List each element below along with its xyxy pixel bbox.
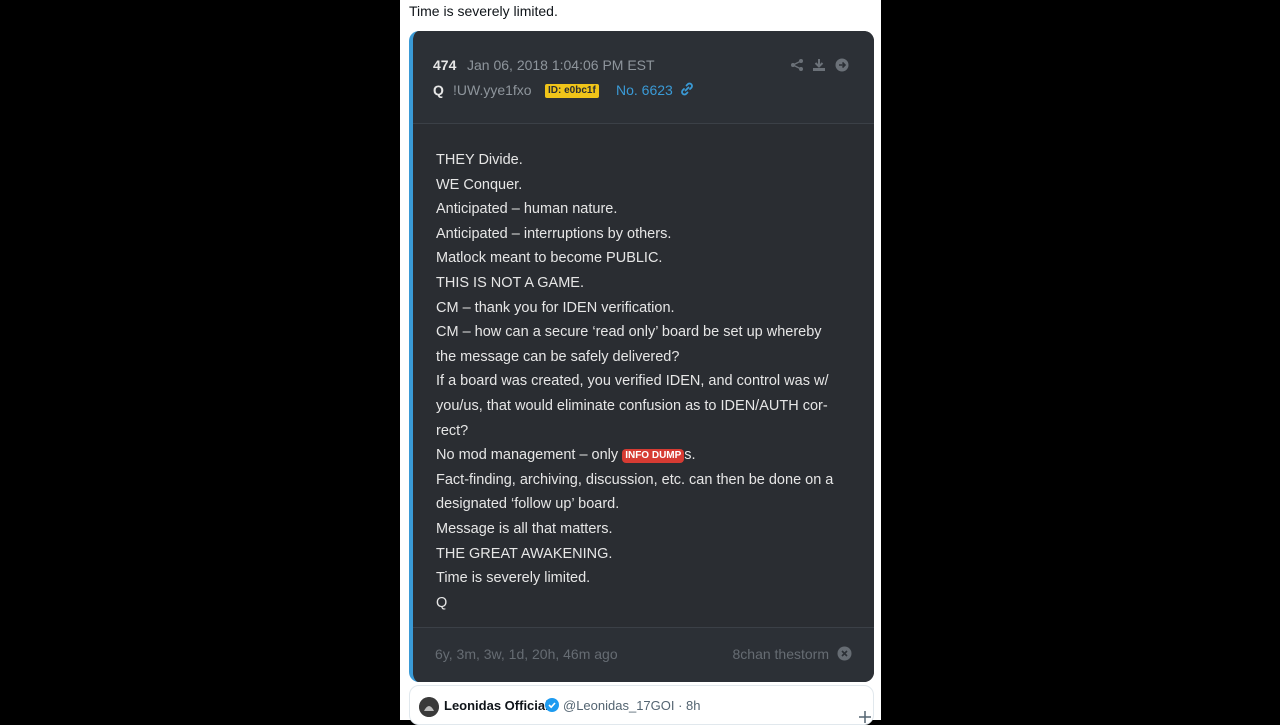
post-line: rect? [436, 422, 469, 439]
post-footer: 6y, 3m, 3w, 1d, 20h, 46m ago 8chan thest… [413, 627, 874, 682]
plus-icon[interactable] [858, 710, 872, 724]
time-ago: 6y, 3m, 3w, 1d, 20h, 46m ago [435, 646, 618, 662]
post-date: Jan 06, 2018 1:04:06 PM EST [467, 57, 655, 73]
close-icon[interactable] [837, 646, 852, 661]
post-source: 8chan thestorm [732, 646, 830, 662]
avatar[interactable] [419, 697, 439, 717]
post-line: WE Conquer. [436, 176, 523, 193]
post-line: CM – how can a secure ‘read only’ board … [436, 324, 822, 341]
dump-text-before: No mod management – only [436, 447, 623, 464]
post-line: Fact-finding, archiving, discussion, etc… [436, 471, 834, 488]
post-line: designated ‘follow up’ board. [436, 496, 620, 513]
post-line: THIS IS NOT A GAME. [436, 274, 584, 291]
post-line: Q [436, 594, 448, 611]
post-no-link[interactable]: No. 6623 [616, 82, 673, 98]
post-line: THE GREAT AWAKENING. [436, 545, 613, 562]
post-line: Message is all that matters. [436, 520, 613, 537]
caption-text: Time is severely limited. [409, 3, 558, 19]
q-post-card: 474 Jan 06, 2018 1:04:06 PM EST Q !UW.yy… [409, 31, 874, 682]
verified-icon [545, 698, 559, 712]
post-line: the message can be safely delivered? [436, 348, 680, 365]
post-header: 474 Jan 06, 2018 1:04:06 PM EST Q !UW.yy… [413, 31, 874, 124]
post-author: Q [433, 82, 444, 98]
post-line-info-dump: No mod management – only INFO DUMP s. [436, 443, 866, 468]
post-tripcode: !UW.yye1fxo [453, 82, 532, 98]
info-dump-badge: INFO DUMP [622, 449, 685, 464]
post-line: THEY Divide. [436, 152, 523, 168]
post-line: you/us, that would eliminate confusion a… [436, 397, 828, 414]
download-icon[interactable] [812, 58, 826, 72]
tweet-author-name[interactable]: Leonidas Official [444, 698, 549, 713]
tweet-handle[interactable]: @Leonidas_17GOI · 8h [563, 698, 701, 713]
post-line: Anticipated – interruptions by others. [436, 225, 672, 242]
post-number: 474 [433, 57, 457, 73]
arrow-right-icon[interactable] [835, 58, 849, 72]
share-icon[interactable] [790, 58, 804, 72]
post-line: Anticipated – human nature. [436, 201, 618, 218]
quoted-tweet[interactable]: Leonidas Official @Leonidas_17GOI · 8h [409, 685, 874, 725]
post-line: CM – thank you for IDEN verification. [436, 299, 675, 316]
post-line: Matlock meant to become PUBLIC. [436, 250, 663, 267]
content-column: Time is severely limited. 474 Jan 06, 20… [400, 0, 881, 725]
dump-text-after: s. [684, 447, 696, 464]
post-body: THEY Divide. WE Conquer. Anticipated – h… [436, 148, 866, 615]
id-badge: ID: e0bc1f [545, 84, 599, 98]
post-line: If a board was created, you verified IDE… [436, 373, 829, 390]
post-line: Time is severely limited. [436, 570, 591, 587]
link-icon[interactable] [679, 81, 695, 97]
